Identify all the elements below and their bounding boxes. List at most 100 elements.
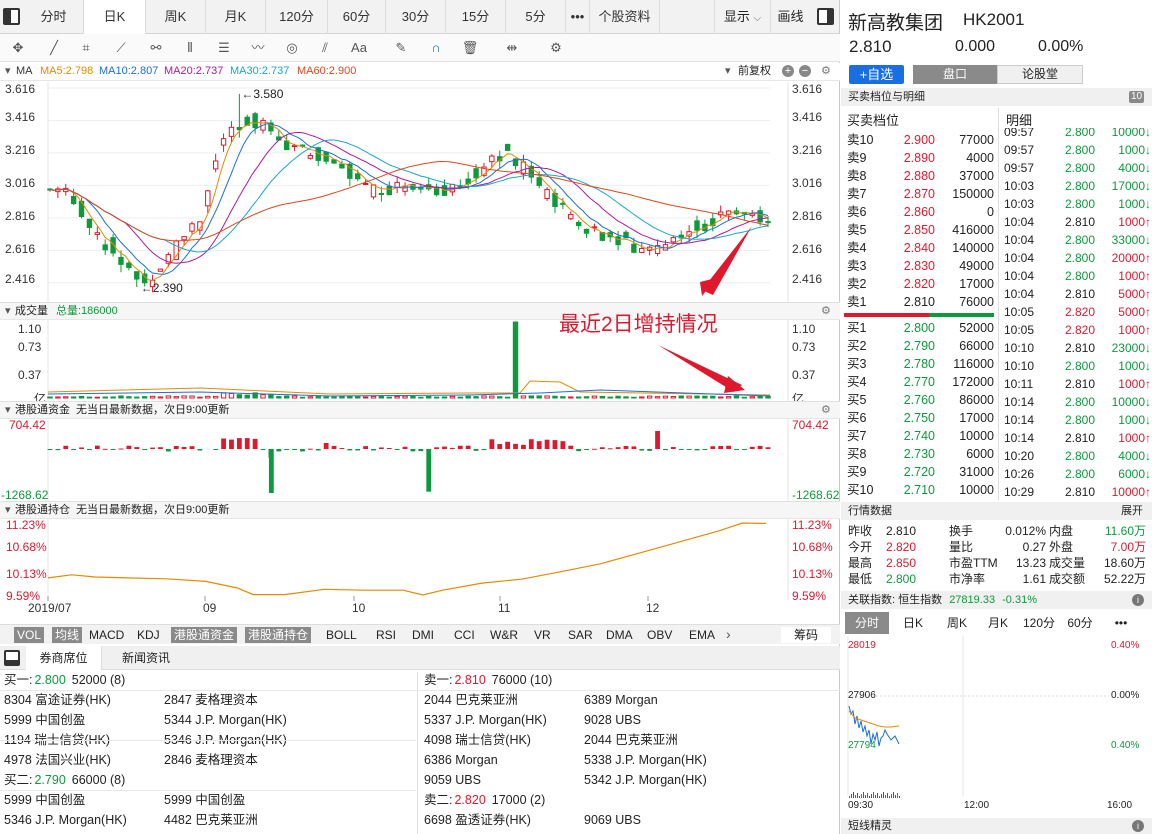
broker-seat[interactable]: 2846 麦格理资本: [164, 750, 258, 770]
flow-bar: [371, 449, 376, 451]
mini-tab-3[interactable]: 月K: [981, 611, 1015, 635]
info-icon[interactable]: i: [1132, 820, 1144, 832]
bids-level-price[interactable]: 2.790: [899, 337, 935, 355]
bottom-panel-icon[interactable]: [4, 650, 20, 666]
bids-level-price[interactable]: 2.750: [899, 409, 935, 427]
broker-seat[interactable]: 9059 UBS: [424, 770, 481, 790]
tab-order-book[interactable]: 盘口: [913, 65, 997, 84]
tab-forum[interactable]: 论股堂: [997, 65, 1083, 84]
mini-tab-1[interactable]: 日K: [895, 611, 931, 635]
broker-seat[interactable]: 5344 J.P. Morgan(HK): [164, 710, 287, 730]
indicator-tab-7[interactable]: RSI: [373, 627, 399, 643]
indicator-tab-11[interactable]: VR: [531, 627, 554, 643]
asks-level-price[interactable]: 2.810: [899, 293, 935, 311]
candle-body: [615, 236, 621, 246]
indicator-tab-15[interactable]: EMA: [686, 627, 718, 643]
gear-icon[interactable]: ⚙: [821, 303, 831, 320]
broker-seat[interactable]: 6389 Morgan: [584, 690, 658, 710]
bids-level-price[interactable]: 2.720: [899, 463, 935, 481]
bids-level-price[interactable]: 2.760: [899, 391, 935, 409]
indicator-more-icon[interactable]: ›: [726, 626, 742, 642]
indicator-tab-0[interactable]: VOL: [14, 627, 45, 643]
broker-seat[interactable]: 5999 中国创盈: [4, 790, 85, 810]
broker-seat[interactable]: 6386 Morgan: [424, 750, 498, 770]
broker-seat[interactable]: 5342 J.P. Morgan(HK): [584, 770, 707, 790]
indicator-tab-2[interactable]: MACD: [86, 627, 127, 643]
info-icon[interactable]: i: [1132, 594, 1144, 606]
mini-tab-4[interactable]: 120分: [1019, 611, 1059, 635]
broker-seat[interactable]: 5337 J.P. Morgan(HK): [424, 710, 547, 730]
broker-seat[interactable]: 2044 巴克莱亚洲: [584, 730, 678, 750]
broker-seat[interactable]: 4482 巴克莱亚洲: [164, 810, 258, 830]
indicator-tab-10[interactable]: W&R: [487, 627, 521, 643]
bids-level-price[interactable]: 2.770: [899, 373, 935, 391]
indicator-tab-8[interactable]: DMI: [409, 627, 437, 643]
bids-level-price[interactable]: 2.780: [899, 355, 935, 373]
asks-level-price[interactable]: 2.840: [899, 239, 935, 257]
asks-level-price[interactable]: 2.870: [899, 185, 935, 203]
stat-label: 最高: [848, 556, 873, 570]
mini-tab-6[interactable]: •••: [1107, 611, 1135, 635]
mini-tab-0[interactable]: 分时: [845, 612, 889, 634]
indicator-tab-9[interactable]: CCI: [451, 627, 478, 643]
collapse-icon[interactable]: ▾: [5, 502, 11, 519]
indicator-tab-6[interactable]: BOLL: [323, 627, 360, 643]
bids-level-price[interactable]: 2.710: [899, 481, 935, 499]
price-axis-left-1: 3.416: [5, 110, 36, 124]
candle-body: [94, 232, 101, 236]
broker-seat[interactable]: 5999 中国创盈: [4, 710, 85, 730]
broker-seat[interactable]: 5999 中国创盈: [164, 790, 245, 810]
tick-price: 2.800: [1064, 233, 1095, 247]
collapse-icon[interactable]: ▾: [5, 402, 11, 419]
broker-seat[interactable]: 2847 麦格理资本: [164, 690, 258, 710]
tick-volume: 1000↑: [1118, 431, 1151, 445]
bids-level-price[interactable]: 2.730: [899, 445, 935, 463]
broker-seat[interactable]: 2044 巴克莱亚洲: [424, 690, 518, 710]
indicator-tab-5[interactable]: 港股通持仓: [245, 627, 312, 643]
indicator-tab-3[interactable]: KDJ: [134, 627, 163, 643]
broker-seat[interactable]: 5338 J.P. Morgan(HK): [584, 750, 707, 770]
gear-icon[interactable]: ⚙: [821, 402, 831, 419]
asks-level-price[interactable]: 2.830: [899, 257, 935, 275]
tab-broker-seats[interactable]: 券商席位: [26, 646, 102, 670]
asks-level-price[interactable]: 2.850: [899, 221, 935, 239]
asks-level-price[interactable]: 2.820: [899, 275, 935, 293]
asks-level-price[interactable]: 2.890: [899, 149, 935, 167]
indicator-tab-12[interactable]: SAR: [565, 627, 596, 643]
broker-seat[interactable]: 8304 富途证券(HK): [4, 690, 111, 710]
broker-seat[interactable]: 4098 瑞士信贷(HK): [424, 730, 531, 750]
volume-bar: [544, 395, 550, 399]
mini-tab-2[interactable]: 周K: [937, 611, 977, 635]
indicator-tab-14[interactable]: OBV: [644, 627, 675, 643]
bids-level-price[interactable]: 2.740: [899, 427, 935, 445]
flow-bar: [87, 449, 92, 450]
broker-seat[interactable]: 9069 UBS: [584, 810, 641, 830]
indicator-tab-1[interactable]: 均线: [52, 627, 83, 643]
stat-value: 11.60万: [1104, 524, 1146, 538]
collapse-icon[interactable]: ▾: [5, 303, 11, 320]
mini-tab-5[interactable]: 60分: [1063, 611, 1097, 635]
index-mini-chart[interactable]: [841, 636, 1152, 816]
levels-badge[interactable]: 10: [1129, 91, 1144, 103]
asks-level-price[interactable]: 2.900: [899, 131, 935, 149]
asks-level-price[interactable]: 2.880: [899, 167, 935, 185]
index-name[interactable]: 恒生指数: [898, 594, 942, 606]
flow-bar: [150, 447, 155, 449]
indicator-tab-13[interactable]: DMA: [603, 627, 636, 643]
volume-axis-right-0: 1.10: [792, 322, 816, 336]
asks-level-price[interactable]: 2.860: [899, 203, 935, 221]
bids-level-price[interactable]: 2.800: [899, 319, 935, 337]
chip-button[interactable]: 筹码: [781, 627, 831, 643]
tick-time: 10:26: [1004, 467, 1035, 481]
volume-bar: [670, 396, 677, 399]
add-watchlist-button[interactable]: +自选: [849, 65, 904, 84]
broker-seat[interactable]: 5346 J.P. Morgan(HK): [4, 810, 127, 830]
tick-price: 2.800: [1064, 128, 1095, 139]
broker-seat[interactable]: 9028 UBS: [584, 710, 641, 730]
expand-button[interactable]: 展开: [1121, 502, 1143, 520]
tab-news[interactable]: 新闻资讯: [110, 646, 182, 670]
broker-seat[interactable]: 6698 盈透证券(HK): [424, 810, 531, 830]
volume-bar: [757, 395, 763, 399]
broker-seat[interactable]: 4978 法国兴业(HK): [4, 750, 111, 770]
indicator-tab-4[interactable]: 港股通资金: [171, 627, 238, 643]
